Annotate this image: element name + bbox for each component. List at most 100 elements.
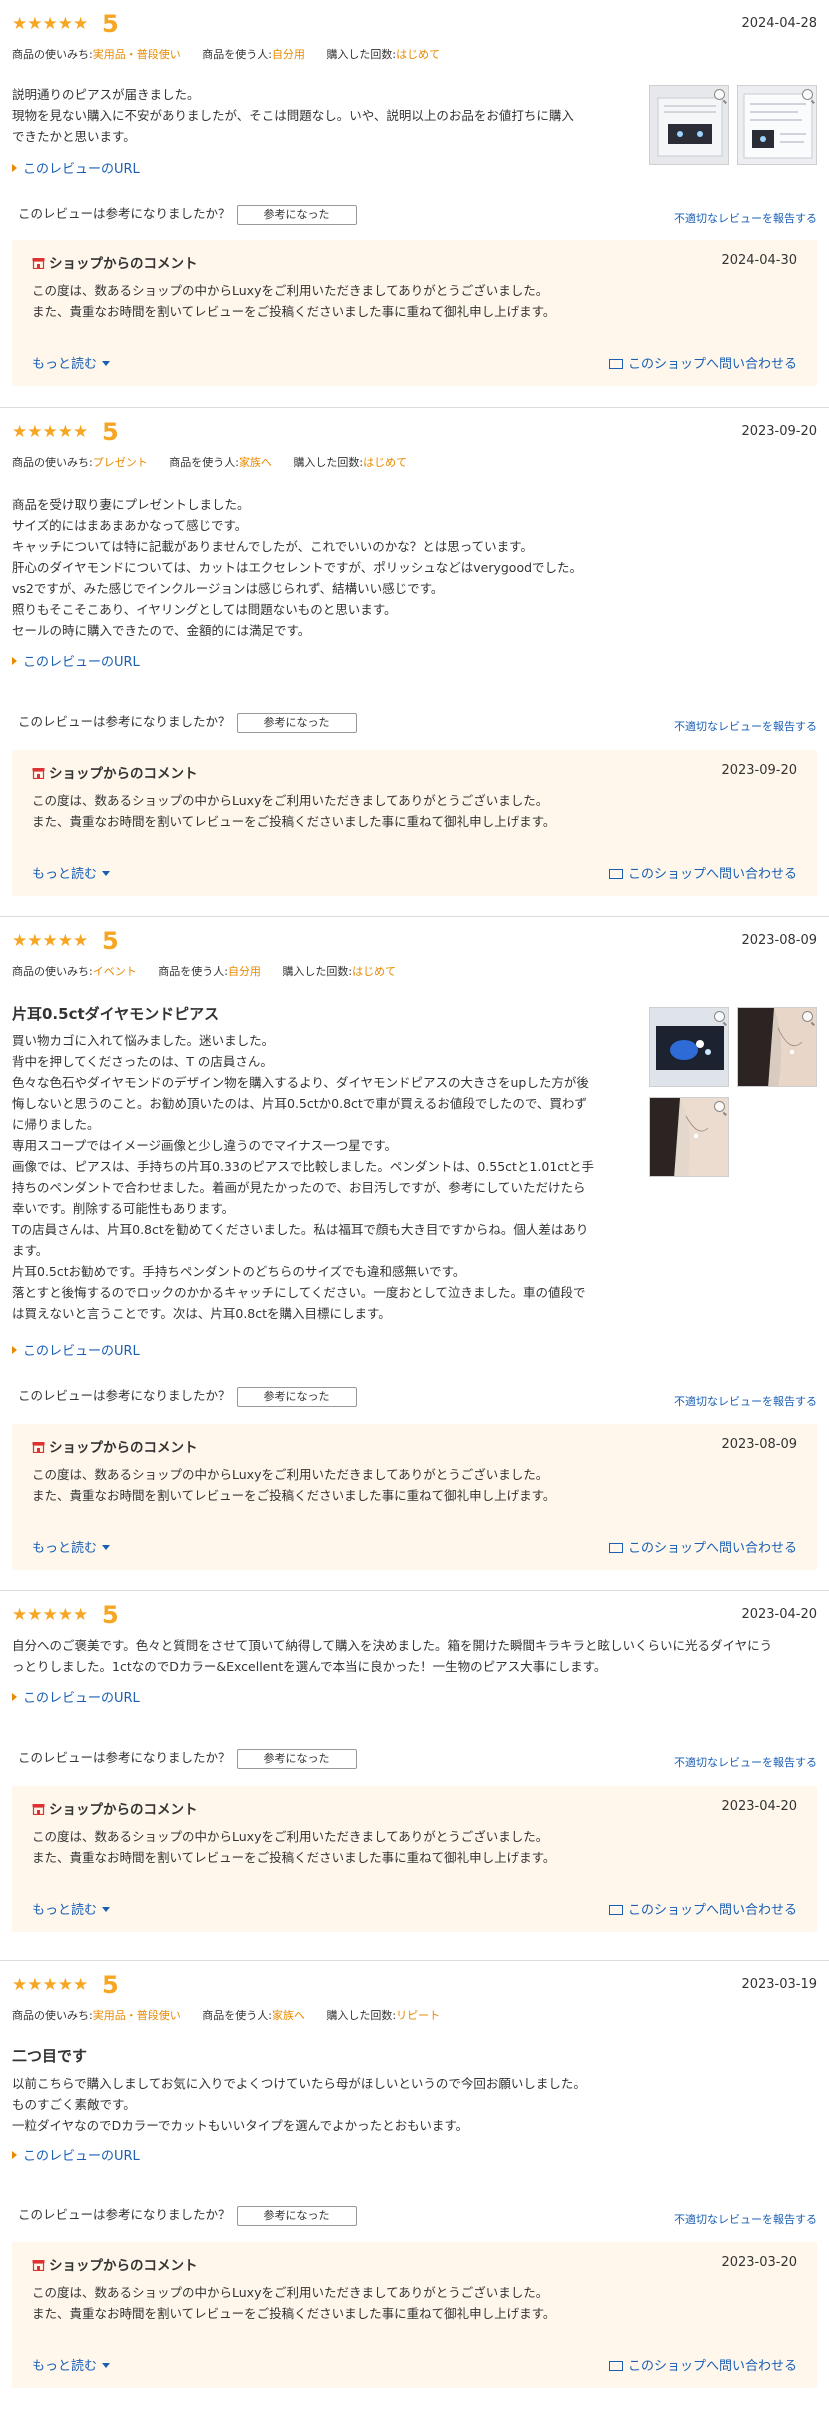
rating-score: 5 <box>102 1971 119 1999</box>
review-title: 二つ目です <box>12 2047 88 2065</box>
star-rating: ★★★★★ <box>12 422 89 442</box>
helpful-prompt: このレビューは参考になりましたか？ 参考になった <box>18 711 357 733</box>
review-meta: 商品の使いみち:実用品・普段使い 商品を使う人:家族へ 購入した回数:リピート <box>12 2009 441 2022</box>
read-more-button[interactable]: もっと読む <box>32 353 111 372</box>
meta-use: イベント <box>92 965 137 978</box>
meta-use: 実用品・普段使い <box>92 2009 181 2022</box>
review-url-link[interactable]: このレビューのURL <box>12 158 140 177</box>
contact-shop-link[interactable]: このショップへ問い合わせる <box>608 863 797 882</box>
triangle-right-icon <box>12 1693 17 1701</box>
review-photo[interactable] <box>649 1007 729 1087</box>
review-date: 2023-08-09 <box>741 933 817 948</box>
read-more-button[interactable]: もっと読む <box>32 863 111 882</box>
shop-icon <box>32 1442 45 1453</box>
review-photo[interactable] <box>649 85 729 165</box>
rating-score: 5 <box>102 1601 119 1629</box>
shop-comment: ショップからのコメント 2023-09-20 この度は、数あるショップの中からL… <box>12 750 817 896</box>
helpful-prompt: このレビューは参考になりましたか？ 参考になった <box>18 1747 357 1769</box>
report-link[interactable]: 不適切なレビューを報告する <box>674 210 817 226</box>
meta-use: 実用品・普段使い <box>92 48 181 61</box>
zoom-icon[interactable] <box>802 1011 813 1022</box>
zoom-icon[interactable] <box>714 1011 725 1022</box>
review-photo[interactable] <box>737 1007 817 1087</box>
star-rating: ★★★★★ <box>12 14 89 34</box>
zoom-icon[interactable] <box>714 89 725 100</box>
meta-count: リピート <box>396 2009 441 2022</box>
review-body: 自分へのご褒美です。色々と質問をさせて頂いて納得して購入を決めました。箱を開けた… <box>12 1638 773 1674</box>
shop-icon <box>32 258 45 269</box>
zoom-icon[interactable] <box>802 89 813 100</box>
review-url-link[interactable]: このレビューのURL <box>12 2145 140 2164</box>
review-date: 2023-03-19 <box>741 1977 817 1992</box>
report-link[interactable]: 不適切なレビューを報告する <box>674 1754 817 1770</box>
contact-shop-link[interactable]: このショップへ問い合わせる <box>608 1899 797 1918</box>
review-body: 説明通りのピアスが届きました。 現物を見ない購入に不安がありましたが、そこは問題… <box>12 87 574 144</box>
shop-icon <box>32 768 45 779</box>
review-meta: 商品の使いみち:実用品・普段使い 商品を使う人:自分用 購入した回数:はじめて <box>12 48 441 61</box>
rating-score: 5 <box>102 927 119 955</box>
meta-user: 家族へ <box>238 456 272 469</box>
mail-icon <box>608 869 623 879</box>
meta-count: はじめて <box>396 48 441 61</box>
review-title: 片耳0.5ctダイヤモンドピアス <box>12 1005 220 1023</box>
mail-icon <box>608 359 623 369</box>
meta-user: 家族へ <box>271 2009 305 2022</box>
review-item: ★★★★★ 5 2023-08-09 商品の使いみち:イベント 商品を使う人:自… <box>0 917 829 1591</box>
shop-comment-date: 2023-03-20 <box>721 2255 797 2270</box>
helpful-button[interactable]: 参考になった <box>236 2205 357 2226</box>
helpful-prompt: このレビューは参考になりましたか？ 参考になった <box>18 2204 357 2226</box>
shop-comment: ショップからのコメント 2023-03-20 この度は、数あるショップの中からL… <box>12 2242 817 2388</box>
chevron-down-icon <box>102 1545 111 1550</box>
star-rating: ★★★★★ <box>12 931 89 951</box>
review-body: 買い物カゴに入れて悩みました。迷いました。 背中を押してくださったのは、T の店… <box>12 1033 595 1321</box>
review-photo[interactable] <box>649 1097 729 1177</box>
review-photo[interactable] <box>737 85 817 165</box>
helpful-button[interactable]: 参考になった <box>236 204 357 225</box>
shop-comment-body: この度は、数あるショップの中からLuxyをご利用いただきましてありがとうございま… <box>32 1829 556 1865</box>
rating-score: 5 <box>102 418 119 446</box>
shop-comment-body: この度は、数あるショップの中からLuxyをご利用いただきましてありがとうございま… <box>32 283 556 319</box>
report-link[interactable]: 不適切なレビューを報告する <box>674 2211 817 2227</box>
mail-icon <box>608 1543 623 1553</box>
meta-user: 自分用 <box>227 965 261 978</box>
meta-use: プレゼント <box>92 456 148 469</box>
review-date: 2024-04-28 <box>741 16 817 31</box>
contact-shop-link[interactable]: このショップへ問い合わせる <box>608 1537 797 1556</box>
read-more-button[interactable]: もっと読む <box>32 2355 111 2374</box>
helpful-prompt: このレビューは参考になりましたか？ 参考になった <box>18 203 357 225</box>
helpful-button[interactable]: 参考になった <box>236 1748 357 1769</box>
shop-comment-body: この度は、数あるショップの中からLuxyをご利用いただきましてありがとうございま… <box>32 2285 556 2321</box>
chevron-down-icon <box>102 2363 111 2368</box>
shop-comment-body: この度は、数あるショップの中からLuxyをご利用いただきましてありがとうございま… <box>32 793 556 829</box>
shop-icon <box>32 1804 45 1815</box>
chevron-down-icon <box>102 1907 111 1912</box>
review-body: 以前こちらで購入しましてお気に入りでよくつけていたら母がほしいというので今回お願… <box>12 2076 586 2133</box>
review-url-link[interactable]: このレビューのURL <box>12 651 140 670</box>
contact-shop-link[interactable]: このショップへ問い合わせる <box>608 2355 797 2374</box>
triangle-right-icon <box>12 2151 17 2159</box>
shop-comment-date: 2023-04-20 <box>721 1799 797 1814</box>
meta-user: 自分用 <box>271 48 305 61</box>
helpful-button[interactable]: 参考になった <box>236 1386 357 1407</box>
review-meta: 商品の使いみち:イベント 商品を使う人:自分用 購入した回数:はじめて <box>12 965 397 978</box>
triangle-right-icon <box>12 164 17 172</box>
contact-shop-link[interactable]: このショップへ問い合わせる <box>608 353 797 372</box>
helpful-prompt: このレビューは参考になりましたか？ 参考になった <box>18 1385 357 1407</box>
triangle-right-icon <box>12 1346 17 1354</box>
review-date: 2023-04-20 <box>741 1607 817 1622</box>
rating-score: 5 <box>102 10 119 38</box>
meta-count: はじめて <box>363 456 408 469</box>
shop-comment-body: この度は、数あるショップの中からLuxyをご利用いただきましてありがとうございま… <box>32 1467 556 1503</box>
helpful-button[interactable]: 参考になった <box>236 712 357 733</box>
zoom-icon[interactable] <box>714 1101 725 1112</box>
review-url-link[interactable]: このレビューのURL <box>12 1687 140 1706</box>
report-link[interactable]: 不適切なレビューを報告する <box>674 1393 817 1409</box>
star-rating: ★★★★★ <box>12 1605 89 1625</box>
read-more-button[interactable]: もっと読む <box>32 1899 111 1918</box>
review-item: ★★★★★ 5 2023-09-20 商品の使いみち:プレゼント 商品を使う人:… <box>0 408 829 917</box>
report-link[interactable]: 不適切なレビューを報告する <box>674 718 817 734</box>
shop-comment-date: 2023-08-09 <box>721 1437 797 1452</box>
mail-icon <box>608 1905 623 1915</box>
review-url-link[interactable]: このレビューのURL <box>12 1340 140 1359</box>
read-more-button[interactable]: もっと読む <box>32 1537 111 1556</box>
